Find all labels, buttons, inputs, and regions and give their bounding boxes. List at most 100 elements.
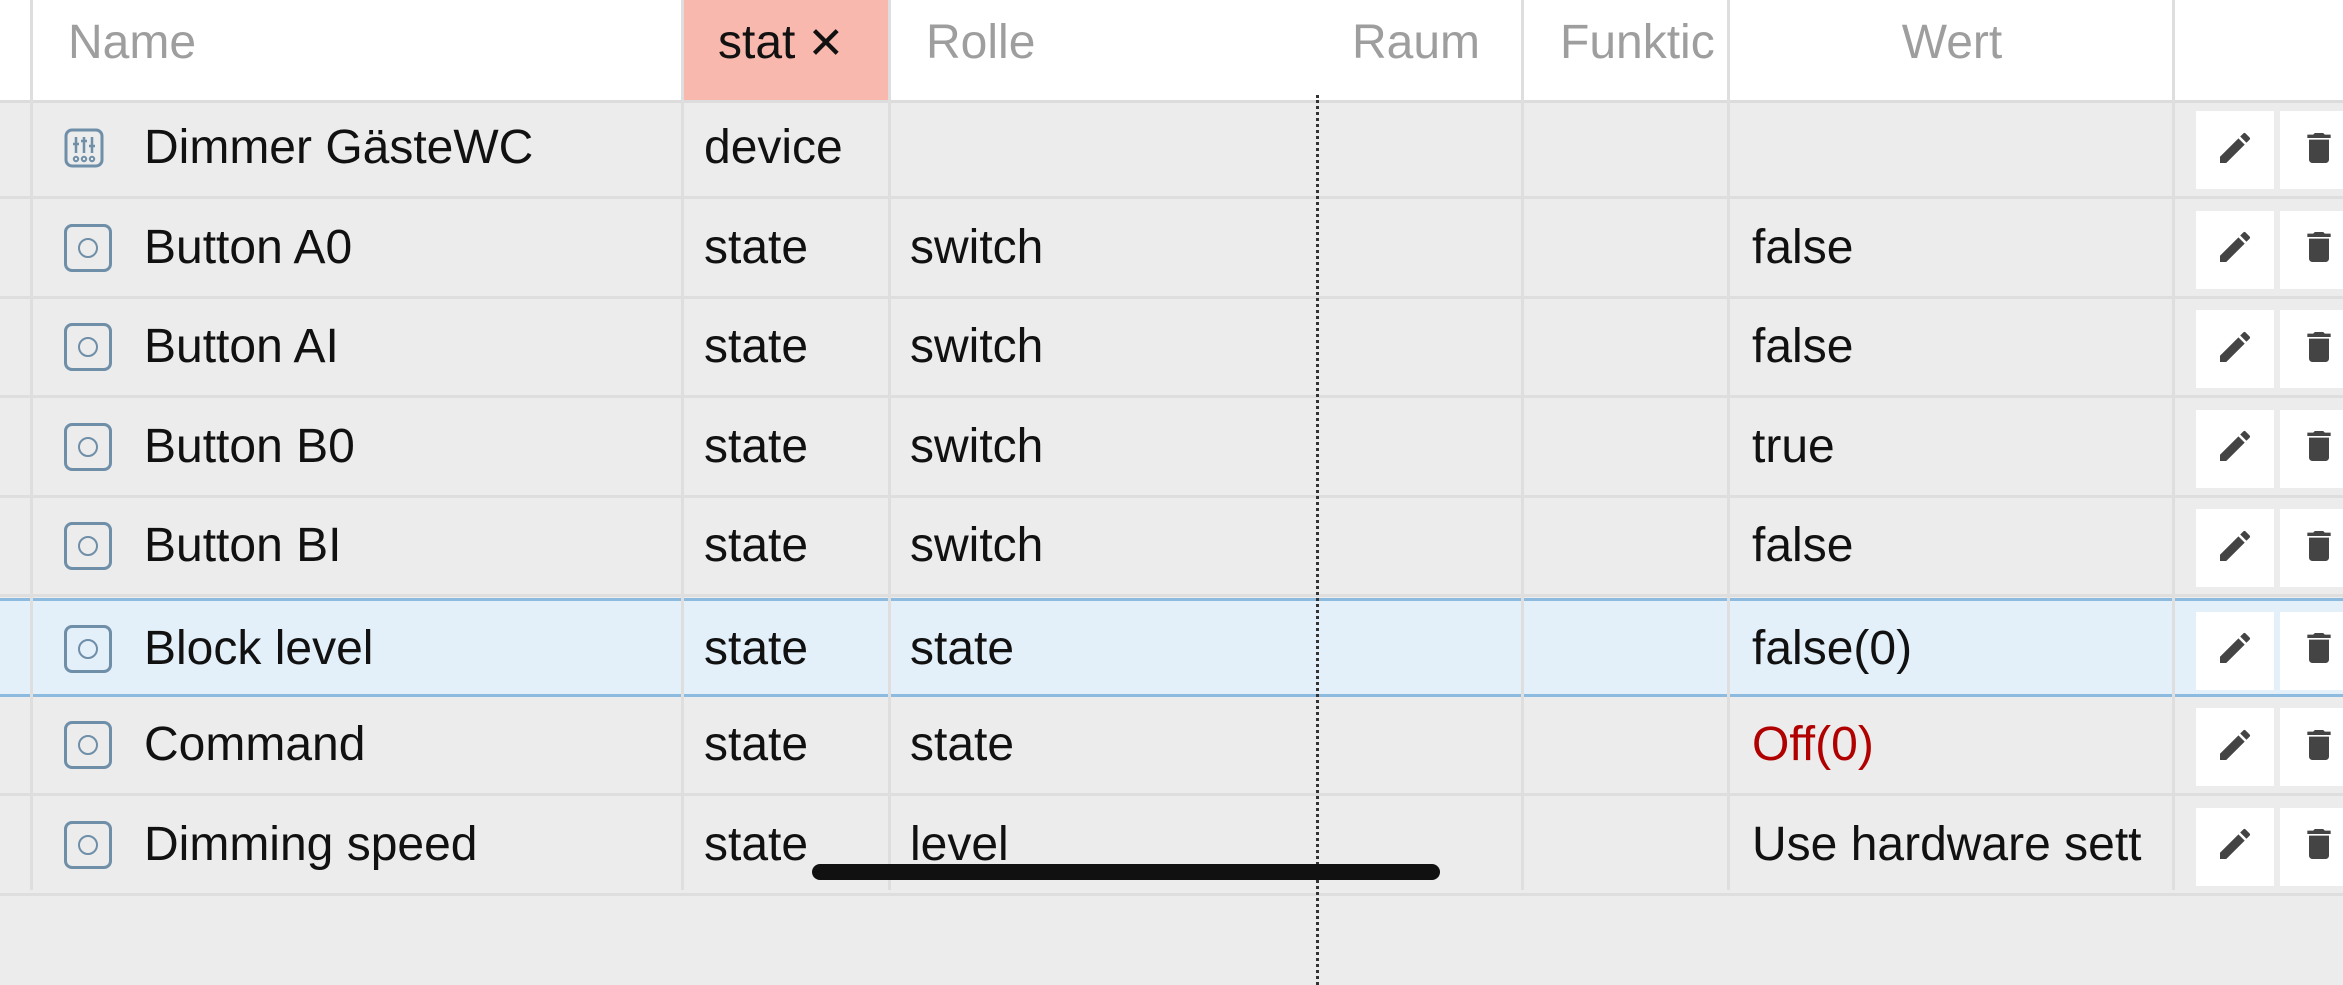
row-role: switch xyxy=(910,419,1044,473)
table-row[interactable]: Dimmer GästeWC device xyxy=(0,100,2343,199)
trash-icon xyxy=(2299,327,2339,372)
column-resize-guide[interactable] xyxy=(1316,95,1319,985)
trash-icon xyxy=(2299,725,2339,770)
home-indicator[interactable] xyxy=(812,864,1440,880)
pencil-icon xyxy=(2215,128,2255,173)
trash-icon xyxy=(2299,426,2339,471)
row-value: false(0) xyxy=(1752,621,1913,675)
column-divider xyxy=(30,0,33,890)
column-filter-type[interactable]: stat ✕ xyxy=(684,0,888,100)
row-type: state xyxy=(704,519,809,572)
delete-button[interactable] xyxy=(2280,310,2343,388)
circle-shape xyxy=(78,834,98,855)
row-type: state xyxy=(704,220,809,274)
column-filter-type-value[interactable]: stat xyxy=(718,16,795,69)
edit-button[interactable] xyxy=(2196,111,2274,189)
circle-shape xyxy=(78,536,98,556)
circle-shape xyxy=(78,237,98,258)
trash-icon xyxy=(2299,227,2339,272)
row-name: Button B0 xyxy=(144,419,355,473)
delete-button[interactable] xyxy=(2280,111,2343,189)
edit-button[interactable] xyxy=(2196,509,2274,587)
row-value: false xyxy=(1752,320,1854,373)
row-value: Use hardware sett xyxy=(1752,817,2142,871)
row-type: state xyxy=(704,621,809,675)
state-icon xyxy=(64,522,112,570)
state-icon xyxy=(64,323,112,371)
circle-shape xyxy=(78,735,98,755)
row-type: state xyxy=(704,419,809,473)
column-divider xyxy=(888,0,891,890)
row-role: state xyxy=(910,621,1015,675)
row-type: state xyxy=(704,320,809,373)
trash-icon xyxy=(2299,824,2339,869)
sliders-icon xyxy=(64,128,104,168)
column-header-role[interactable]: Rolle xyxy=(926,0,1316,100)
row-value: false xyxy=(1752,519,1854,572)
column-header-room[interactable]: Raum xyxy=(1352,0,1522,100)
edit-button[interactable] xyxy=(2196,409,2274,488)
table-row[interactable]: Button AI state switch false xyxy=(0,299,2343,398)
row-name: Dimmer GästeWC xyxy=(144,121,534,174)
row-name: Block level xyxy=(144,621,374,675)
table-header: Name stat ✕ Rolle Raum Funktic Wert xyxy=(0,0,2343,103)
column-header-role-label: Rolle xyxy=(926,16,1036,69)
table-row[interactable]: Command state state Off(0) xyxy=(0,697,2343,796)
column-divider xyxy=(681,0,684,890)
pencil-icon xyxy=(2215,824,2255,869)
column-header-value-label: Wert xyxy=(1901,16,2003,69)
delete-button[interactable] xyxy=(2280,807,2343,886)
column-divider xyxy=(1727,0,1730,890)
column-header-function[interactable]: Funktic xyxy=(1560,0,1728,100)
circle-shape xyxy=(78,638,98,659)
row-type: state xyxy=(704,718,809,771)
state-icon xyxy=(64,721,112,769)
column-header-value[interactable]: Wert xyxy=(1732,0,2172,100)
table-row[interactable]: Button B0 state switch true xyxy=(0,399,2343,498)
row-role: switch xyxy=(910,220,1044,274)
pencil-icon xyxy=(2215,426,2255,471)
pencil-icon xyxy=(2215,725,2255,770)
delete-button[interactable] xyxy=(2280,611,2343,690)
edit-button[interactable] xyxy=(2196,807,2274,886)
table-row[interactable]: Button A0 state switch false xyxy=(0,200,2343,299)
row-value xyxy=(1752,100,2170,196)
trash-icon xyxy=(2299,628,2339,673)
pencil-icon xyxy=(2215,526,2255,571)
trash-icon xyxy=(2299,128,2339,173)
delete-button[interactable] xyxy=(2280,708,2343,786)
column-divider xyxy=(1521,0,1524,890)
row-name: Dimming speed xyxy=(144,817,478,871)
pencil-icon xyxy=(2215,227,2255,272)
column-header-room-label: Raum xyxy=(1352,16,1481,69)
table-row[interactable]: Block level state state false(0) xyxy=(0,597,2343,697)
edit-button[interactable] xyxy=(2196,611,2274,690)
state-icon xyxy=(64,820,112,869)
delete-button[interactable] xyxy=(2280,509,2343,587)
state-icon xyxy=(64,624,112,673)
edit-button[interactable] xyxy=(2196,708,2274,786)
clear-filter-icon[interactable]: ✕ xyxy=(807,19,844,68)
delete-button[interactable] xyxy=(2280,210,2343,289)
table-row[interactable]: Dimming speed state level Use hardware sett xyxy=(0,797,2343,896)
column-header-name-label: Name xyxy=(68,16,197,69)
row-value: false xyxy=(1752,220,1854,274)
edit-button[interactable] xyxy=(2196,210,2274,289)
row-name: Button BI xyxy=(144,519,342,572)
pencil-icon xyxy=(2215,628,2255,673)
column-divider xyxy=(2172,0,2175,890)
row-role: switch xyxy=(910,519,1044,572)
row-value: true xyxy=(1752,419,1835,473)
table-row[interactable]: Button BI state switch false xyxy=(0,498,2343,597)
delete-button[interactable] xyxy=(2280,409,2343,488)
row-role: state xyxy=(910,718,1015,771)
row-name: Button AI xyxy=(144,320,339,373)
edit-button[interactable] xyxy=(2196,310,2274,388)
column-header-function-label: Funktic xyxy=(1560,16,1715,69)
circle-shape xyxy=(78,337,98,357)
circle-shape xyxy=(78,436,98,457)
column-header-name[interactable]: Name xyxy=(68,0,678,100)
state-icon xyxy=(64,223,112,272)
pencil-icon xyxy=(2215,327,2255,372)
row-type: device xyxy=(704,121,843,174)
